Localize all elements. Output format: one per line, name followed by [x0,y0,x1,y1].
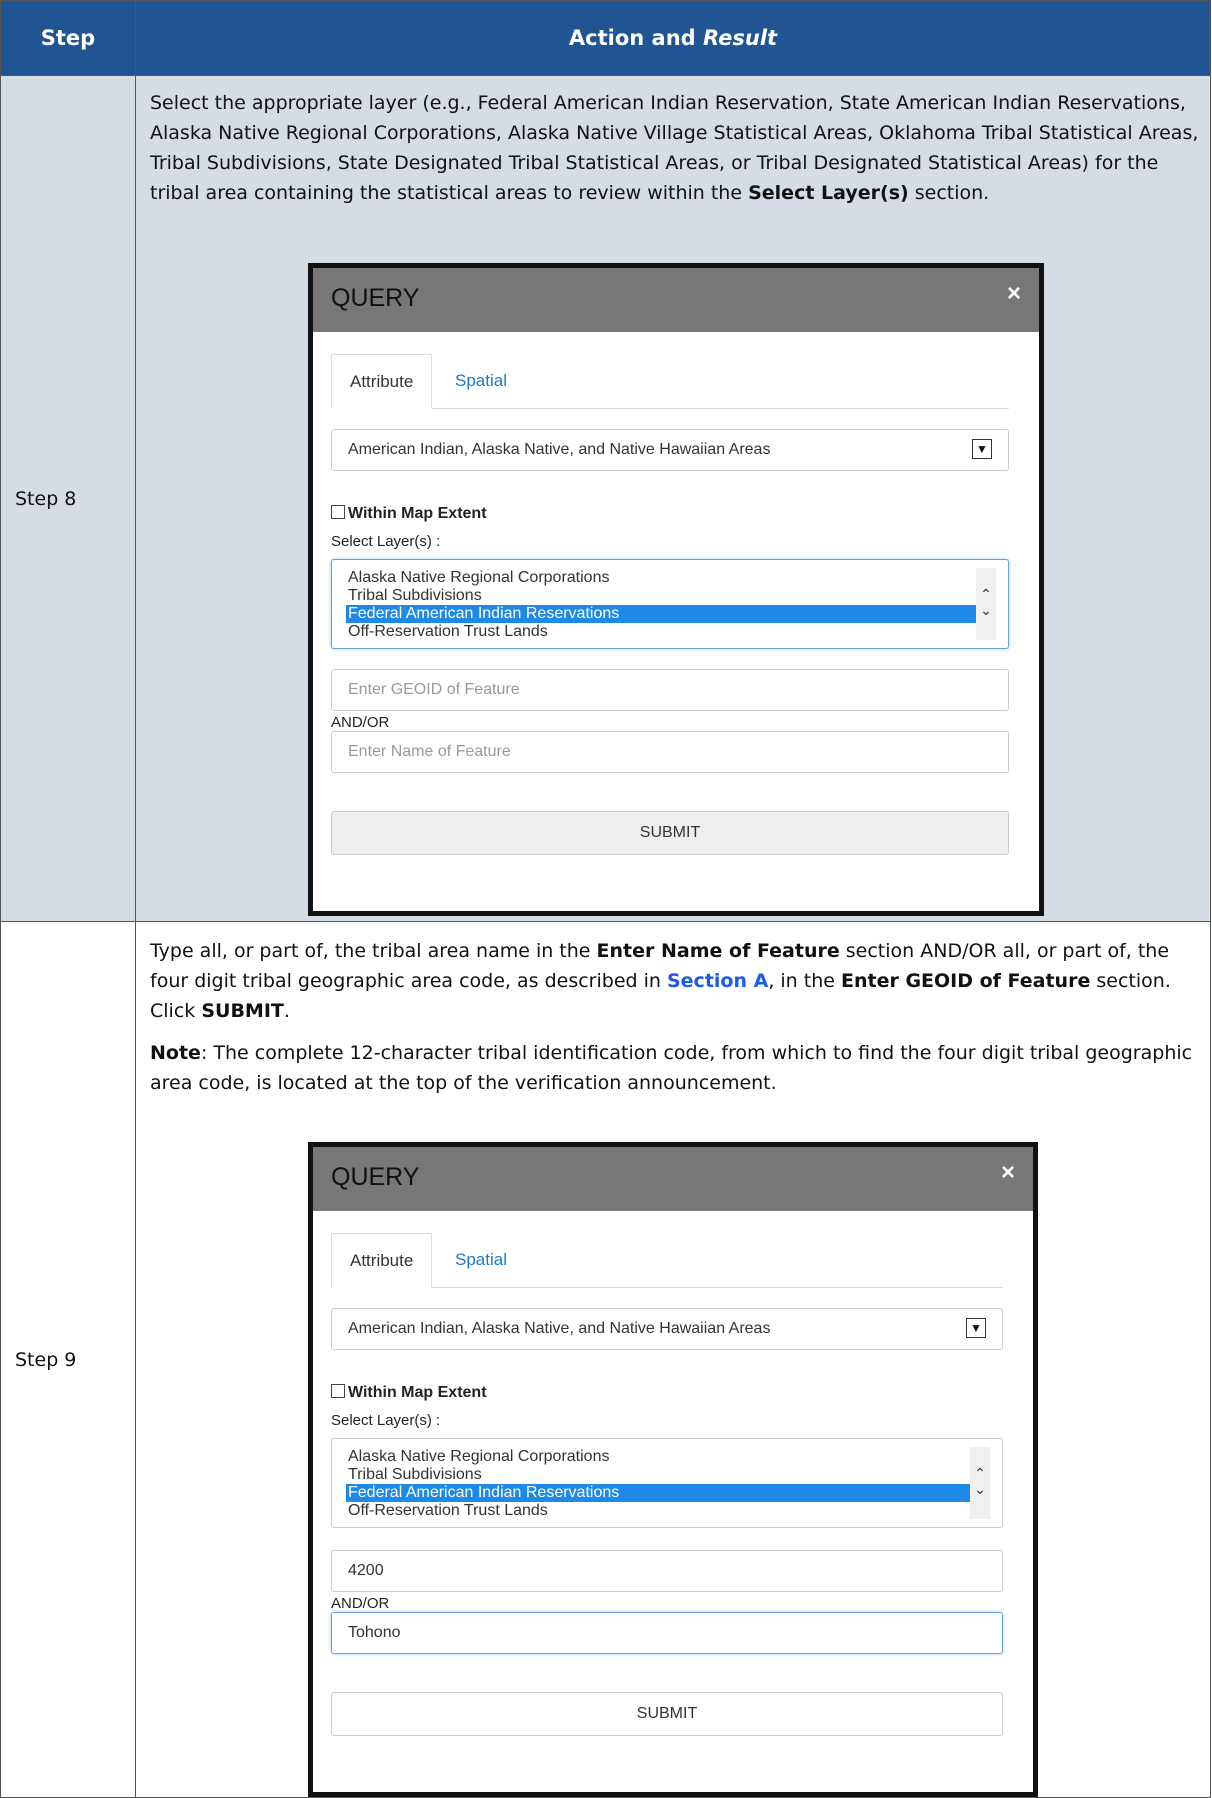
header-action: Action and Result [135,0,1211,76]
tab-attribute[interactable]: Attribute [331,354,433,409]
checkbox-icon[interactable] [331,505,345,519]
dropdown-value: American Indian, Alaska Native, and Nati… [348,1320,771,1337]
table-row-step-9: Step 9 Type all, or part of, the tribal … [0,921,1211,1798]
header-action-result: Result [703,26,778,50]
close-icon[interactable]: × [1007,280,1021,308]
header-step: Step [0,0,136,76]
chevron-up-icon[interactable]: ⌃ [976,586,996,602]
query-tabs: Attribute Spatial [331,354,1009,409]
tab-spatial[interactable]: Spatial [437,1233,525,1287]
listbox-scrollbar[interactable]: ⌃ ⌄ [970,1447,990,1519]
close-icon[interactable]: × [1001,1159,1015,1187]
step-9-note: Note: The complete 12-character tribal i… [150,1042,1193,1094]
step-9-label: Step 9 [0,921,136,1798]
query-dialog-step-9: QUERY × Attribute Spatial American India… [308,1142,1038,1797]
table-header-row: Step Action and Result [0,0,1211,76]
dialog-header: QUERY × [313,268,1039,332]
list-item-selected[interactable]: Federal American Indian Reservations [346,1484,970,1502]
checkbox-icon[interactable] [331,1384,345,1398]
select-layers-label: Select Layer(s) : [331,533,441,550]
step-8-label: Step 8 [0,75,136,922]
section-a-link[interactable]: Section A [667,970,768,992]
layer-listbox[interactable]: Alaska Native Regional Corporations Trib… [331,1438,1003,1528]
geoid-input[interactable]: 4200 [331,1550,1003,1592]
step-8-instruction: Select the appropriate layer (e.g., Fede… [150,92,1199,204]
layer-listbox[interactable]: Alaska Native Regional Corporations Trib… [331,559,1009,649]
query-tabs: Attribute Spatial [331,1233,1003,1288]
area-type-dropdown[interactable]: American Indian, Alaska Native, and Nati… [331,1308,1003,1350]
dialog-title: QUERY [331,1163,420,1191]
tab-attribute[interactable]: Attribute [331,1233,433,1288]
submit-button[interactable]: SUBMIT [331,1692,1003,1736]
list-item[interactable]: Off-Reservation Trust Lands [348,623,976,641]
chevron-down-icon[interactable]: ⌄ [976,602,996,618]
list-item[interactable]: Alaska Native Regional Corporations [348,569,976,587]
within-map-extent-checkbox[interactable]: Within Map Extent [331,1384,487,1402]
list-item[interactable]: Alaska Native Regional Corporations [348,1448,970,1466]
step-9-action: Type all, or part of, the tribal area na… [135,921,1211,1798]
andor-label: AND/OR [331,1595,390,1612]
list-item[interactable]: Off-Reservation Trust Lands [348,1502,970,1520]
chevron-down-icon[interactable]: ▼ [966,1318,986,1338]
instruction-table: Step Action and Result Step 8 Select the… [0,0,1211,1798]
chevron-down-icon[interactable]: ▼ [972,439,992,459]
andor-label: AND/OR [331,714,390,731]
list-item[interactable]: Tribal Subdivisions [348,587,976,605]
chevron-up-icon[interactable]: ⌃ [970,1465,990,1481]
name-input[interactable]: Tohono [331,1612,1003,1654]
dialog-header: QUERY × [313,1147,1033,1211]
name-input[interactable]: Enter Name of Feature [331,731,1009,773]
dialog-title: QUERY [331,284,420,312]
table-row-step-8: Step 8 Select the appropriate layer (e.g… [0,75,1211,922]
tab-spatial[interactable]: Spatial [437,354,525,408]
list-item[interactable]: Tribal Subdivisions [348,1466,970,1484]
geoid-input[interactable]: Enter GEOID of Feature [331,669,1009,711]
dropdown-value: American Indian, Alaska Native, and Nati… [348,441,771,458]
listbox-scrollbar[interactable]: ⌃ ⌄ [976,568,996,640]
query-dialog-step-8: QUERY × Attribute Spatial American India… [308,263,1044,916]
header-action-prefix: Action and [568,26,704,50]
step-8-action: Select the appropriate layer (e.g., Fede… [135,75,1211,922]
note-label: Note [150,1042,201,1064]
step-9-instruction: Type all, or part of, the tribal area na… [150,940,1171,1022]
select-layers-label: Select Layer(s) : [331,1412,441,1429]
list-item-selected[interactable]: Federal American Indian Reservations [346,605,976,623]
area-type-dropdown[interactable]: American Indian, Alaska Native, and Nati… [331,429,1009,471]
submit-button[interactable]: SUBMIT [331,811,1009,855]
within-map-extent-checkbox[interactable]: Within Map Extent [331,505,487,523]
chevron-down-icon[interactable]: ⌄ [970,1481,990,1497]
